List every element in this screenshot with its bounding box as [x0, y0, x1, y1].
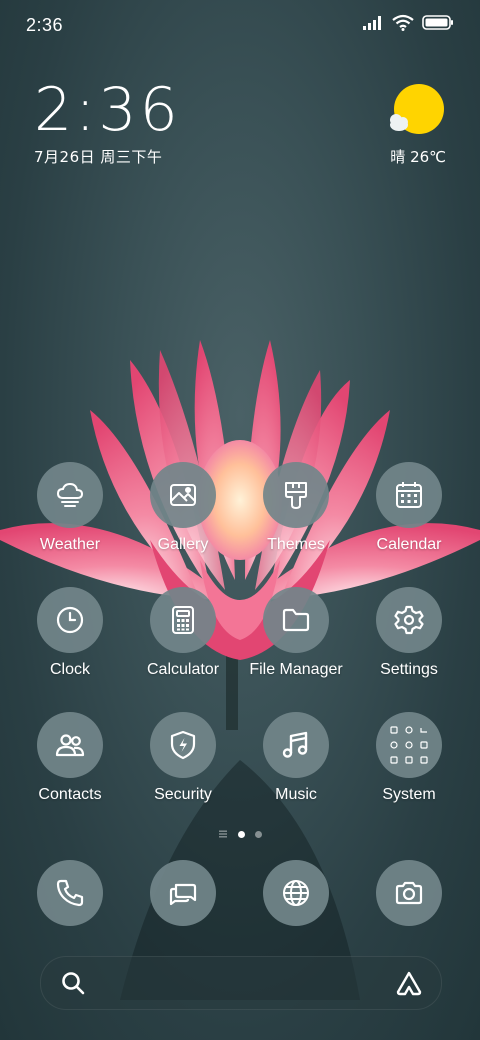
wifi-icon — [392, 14, 414, 31]
app-system-folder-circle — [376, 712, 442, 778]
app-label: Music — [275, 786, 317, 803]
sun-cloud-icon — [390, 84, 444, 134]
clock-widget-date: 7月26日 周三下午 — [34, 148, 163, 166]
folder-icon — [282, 608, 310, 632]
status-icons — [362, 14, 454, 31]
app-settings[interactable]: Settings — [353, 587, 465, 679]
app-clock-circle — [37, 587, 103, 653]
app-label: File Manager — [249, 661, 343, 678]
app-file-manager[interactable]: File Manager — [240, 587, 352, 679]
page-dot — [255, 830, 262, 838]
status-bar: 2:36 — [0, 0, 480, 50]
app-label: Contacts — [38, 786, 102, 803]
battery-icon — [422, 15, 453, 30]
calculator-icon — [172, 606, 194, 634]
themes-icon — [285, 482, 307, 509]
camera-icon — [395, 881, 423, 905]
app-label: Security — [154, 786, 212, 803]
clock-icon — [56, 606, 84, 634]
contacts-icon — [55, 734, 85, 757]
weather-widget[interactable]: 晴 26℃ — [384, 83, 446, 166]
search-bar[interactable] — [40, 956, 442, 1010]
app-label: Settings — [380, 661, 438, 678]
app-gallery-circle — [150, 462, 216, 528]
app-label: Themes — [267, 536, 325, 553]
app-label: Calendar — [376, 536, 442, 553]
status-time: 2:36 — [26, 15, 64, 35]
app-security-circle — [150, 712, 216, 778]
clock-widget[interactable]: 2:36 7月26日 周三下午 — [34, 80, 181, 167]
app-file-manager-circle — [263, 587, 329, 653]
app-label: Calculator — [146, 661, 220, 678]
app-weather-circle — [37, 462, 103, 528]
dock-messages[interactable] — [127, 860, 239, 926]
app-label: Clock — [49, 661, 90, 678]
app-themes-circle — [263, 462, 329, 528]
app-security[interactable]: Security — [127, 712, 239, 804]
app-music[interactable]: Music — [240, 712, 352, 804]
page-dot-active — [238, 830, 245, 838]
app-contacts[interactable]: Contacts — [14, 712, 126, 804]
app-label: System — [382, 786, 436, 803]
weather-icon — [56, 482, 84, 507]
dock-phone[interactable] — [14, 860, 126, 926]
app-settings-circle — [376, 587, 442, 653]
app-music-circle — [263, 712, 329, 778]
gear-icon — [394, 605, 424, 635]
app-weather[interactable]: Weather — [14, 462, 126, 554]
app-calendar[interactable]: Calendar — [353, 462, 465, 554]
search-icon[interactable] — [60, 970, 86, 996]
assistant-icon[interactable] — [395, 970, 423, 996]
app-gallery[interactable]: Gallery — [127, 462, 239, 554]
dock-camera[interactable] — [353, 860, 465, 926]
calendar-icon — [396, 482, 422, 508]
phone-icon — [56, 879, 84, 907]
app-themes[interactable]: Themes — [240, 462, 352, 554]
dock-browser[interactable] — [240, 860, 352, 926]
gallery-icon — [170, 484, 196, 506]
app-contacts-circle — [37, 712, 103, 778]
shield-icon — [170, 730, 196, 760]
music-icon — [282, 731, 308, 758]
dock-messages-circle — [150, 860, 216, 926]
app-calculator[interactable]: Calculator — [127, 587, 239, 679]
dock-phone-circle — [37, 860, 103, 926]
app-label: Gallery — [157, 536, 209, 553]
app-label: Weather — [39, 536, 101, 553]
app-calculator-circle — [150, 587, 216, 653]
app-calendar-circle — [376, 462, 442, 528]
folder-grid-icon — [390, 726, 428, 764]
weather-text: 晴 26℃ — [390, 148, 446, 166]
dock — [0, 860, 480, 930]
app-clock[interactable]: Clock — [14, 587, 126, 679]
browser-icon — [283, 880, 309, 906]
clock-widget-time: 2:36 — [34, 75, 181, 145]
dock-browser-circle — [263, 860, 329, 926]
page-indicator — [0, 830, 480, 838]
app-system-folder[interactable]: System — [353, 712, 465, 804]
messages-icon — [169, 883, 197, 906]
list-page-icon — [219, 830, 227, 838]
dock-camera-circle — [376, 860, 442, 926]
signal-icon — [363, 15, 381, 30]
